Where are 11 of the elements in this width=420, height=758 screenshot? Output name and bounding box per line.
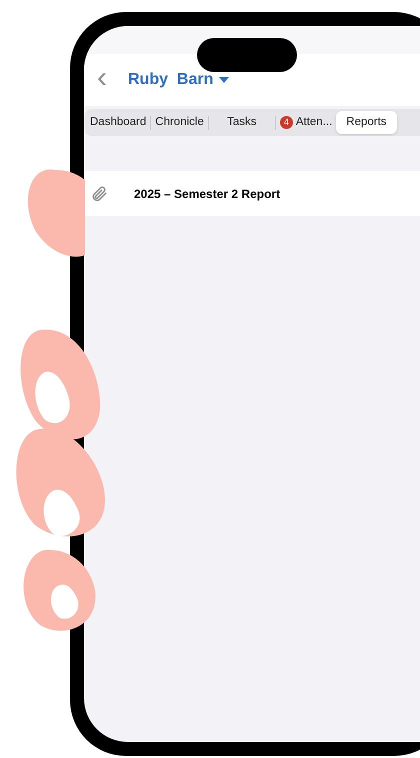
count-badge: 4	[280, 116, 293, 129]
report-row[interactable]: 2025 – Semester 2 Report	[84, 171, 420, 216]
tab[interactable]: Reports	[336, 111, 397, 134]
tab[interactable]: Dashboard	[86, 111, 150, 134]
title-dropdown[interactable]: Ruby Barn	[128, 68, 230, 92]
tab[interactable]: Chronicle	[151, 111, 208, 134]
tab[interactable]: Tasks	[208, 111, 275, 134]
report-title: 2025 – Semester 2 Report	[134, 186, 280, 202]
paperclip-icon	[90, 184, 108, 202]
tab[interactable]: 4 Atten...	[276, 111, 336, 134]
caret-icon	[219, 77, 230, 83]
